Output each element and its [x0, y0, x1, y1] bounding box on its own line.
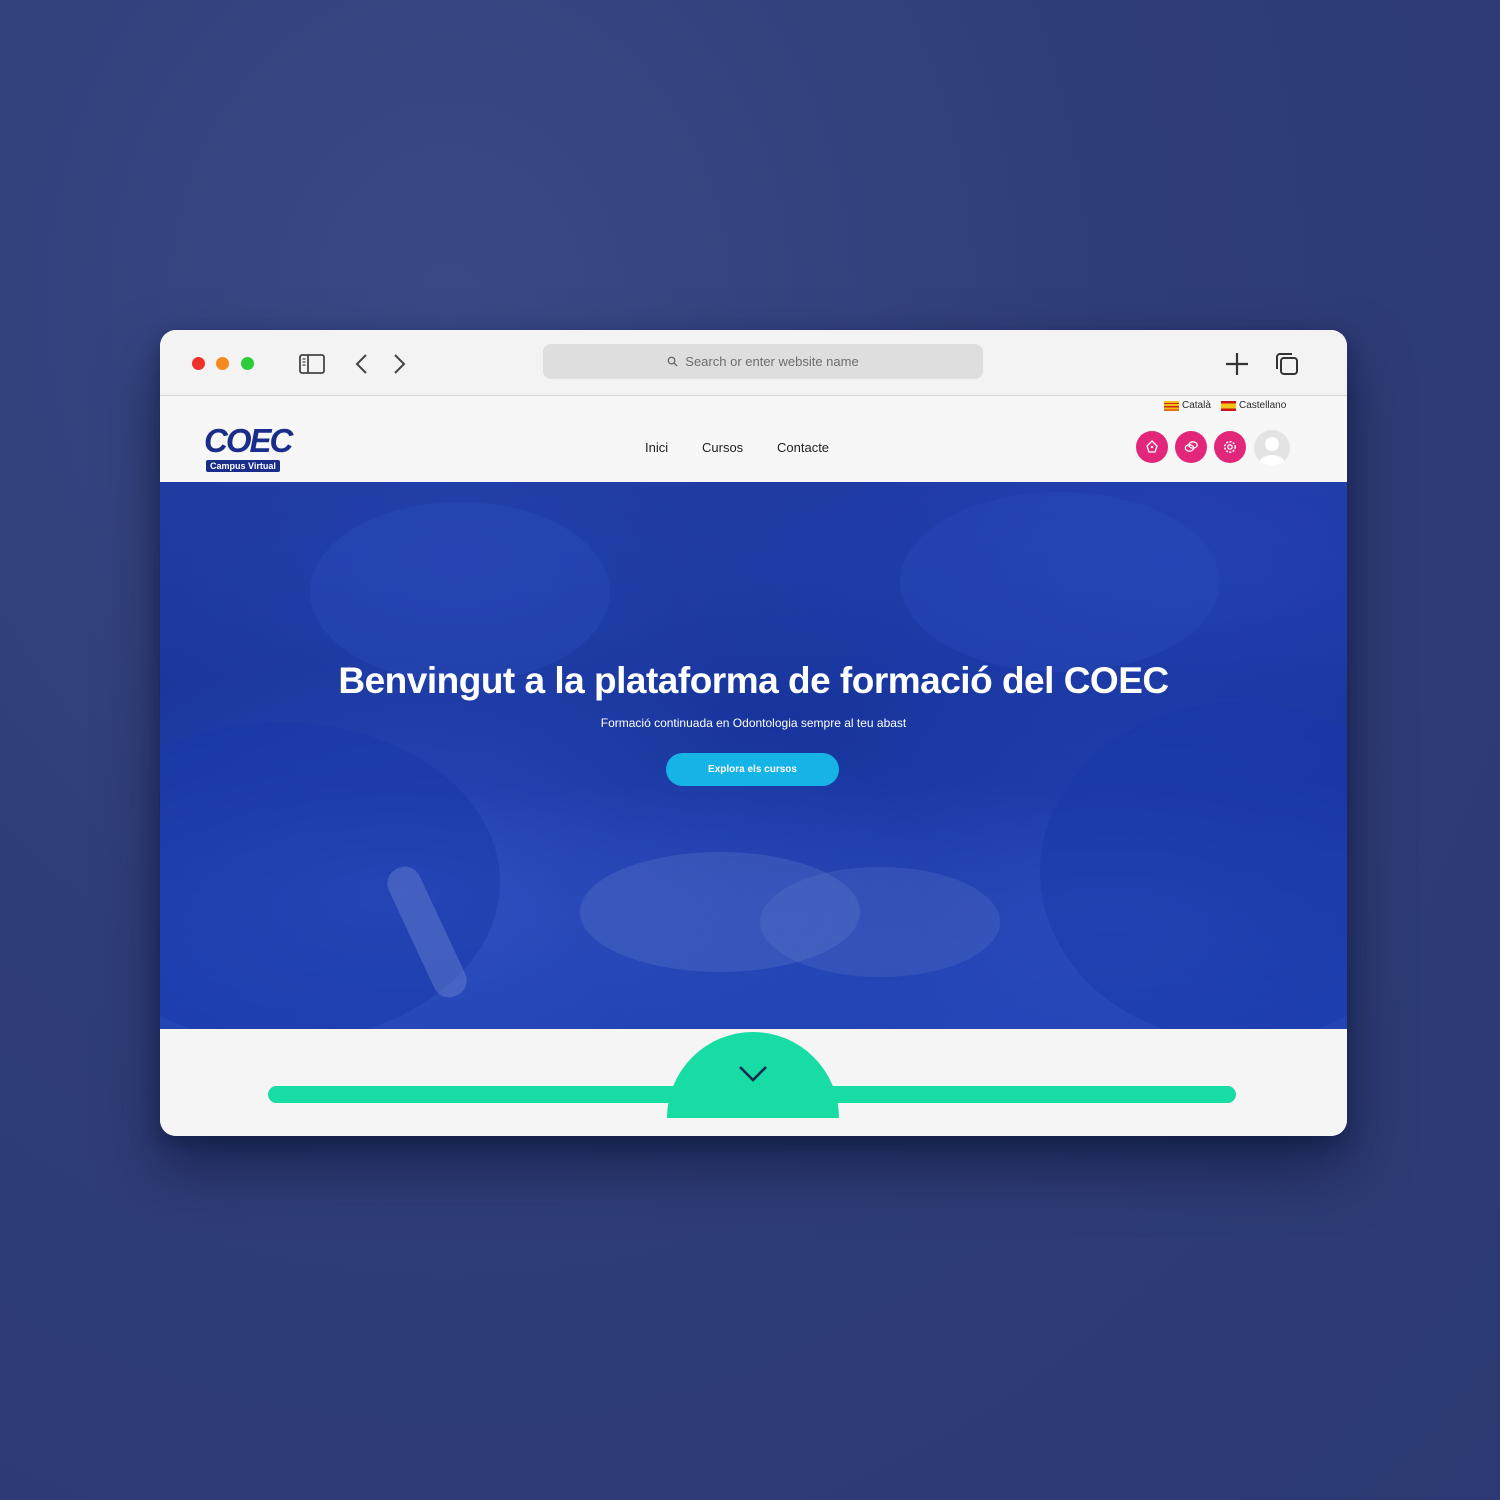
site-header: Català Castellano COEC Campus Virtual In… — [160, 396, 1347, 482]
logo-wordmark: COEC — [204, 422, 293, 459]
logo-tagline: Campus Virtual — [206, 460, 280, 472]
minimize-window-button[interactable] — [216, 357, 229, 370]
language-castellano[interactable]: Castellano — [1221, 400, 1286, 411]
browser-toolbar: Search or enter website name — [160, 330, 1347, 396]
back-arrow-icon[interactable] — [348, 350, 376, 378]
chevron-down-icon — [739, 1066, 767, 1082]
nav-link-contacte[interactable]: Contacte — [777, 440, 829, 455]
settings-icon — [1224, 441, 1236, 453]
new-tab-plus-icon[interactable] — [1223, 350, 1251, 378]
site-logo[interactable]: COEC Campus Virtual — [204, 422, 293, 472]
address-placeholder: Search or enter website name — [685, 354, 859, 369]
user-avatar[interactable] — [1254, 430, 1290, 466]
maximize-window-button[interactable] — [241, 357, 254, 370]
user-icon — [1259, 437, 1285, 466]
catalan-flag-icon — [1164, 400, 1179, 411]
scroll-down-button[interactable] — [667, 1032, 839, 1118]
settings-button[interactable] — [1214, 431, 1246, 463]
nav-link-inici[interactable]: Inici — [645, 440, 668, 455]
forward-arrow-icon[interactable] — [385, 350, 413, 378]
notification-icon — [1146, 440, 1158, 453]
nav-link-cursos[interactable]: Cursos — [702, 440, 743, 455]
address-bar[interactable]: Search or enter website name — [543, 344, 983, 379]
language-label: Castellano — [1239, 400, 1287, 411]
spanish-flag-icon — [1221, 400, 1236, 411]
hero-section: Benvingut a la plataforma de formació de… — [160, 482, 1347, 1029]
hero-subtitle: Formació continuada en Odontologia sempr… — [600, 716, 907, 730]
messages-button[interactable] — [1175, 431, 1207, 463]
explore-courses-button[interactable]: Explora els cursos — [666, 753, 839, 786]
language-catala[interactable]: Català — [1164, 400, 1211, 411]
website: Català Castellano COEC Campus Virtual In… — [160, 396, 1347, 1136]
close-window-button[interactable] — [192, 357, 205, 370]
search-icon — [667, 356, 678, 367]
notification-button[interactable] — [1136, 431, 1168, 463]
hero-title: Benvingut a la plataforma de formació de… — [338, 660, 1169, 701]
tab-overview-icon[interactable] — [1273, 350, 1301, 378]
sidebar-toggle-icon[interactable] — [298, 350, 326, 378]
language-label: Català — [1182, 400, 1211, 411]
messages-icon — [1184, 441, 1198, 452]
browser-window: Search or enter website name Català Cast… — [160, 330, 1347, 1136]
